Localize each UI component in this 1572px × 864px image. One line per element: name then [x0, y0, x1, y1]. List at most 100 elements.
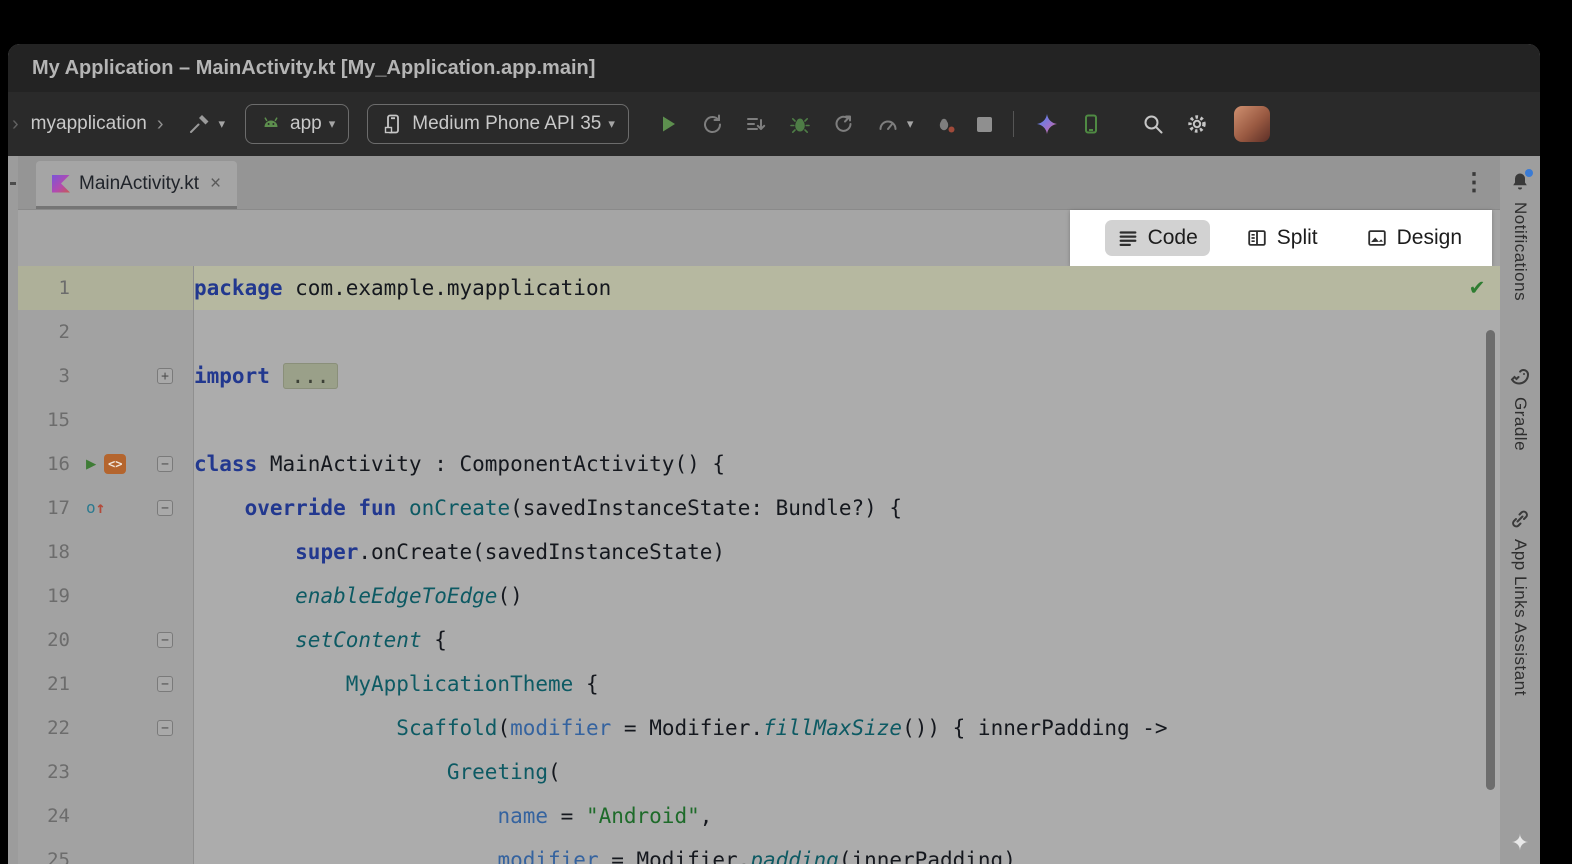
device-selector[interactable]: Medium Phone API 35 ▾: [367, 104, 629, 144]
line-number[interactable]: 19: [18, 574, 70, 618]
code-line-text[interactable]: Scaffold(modifier = Modifier.fillMaxSize…: [194, 706, 1500, 750]
code-line-text[interactable]: name = "Android",: [194, 794, 1500, 838]
code-editor[interactable]: 1 package com.example.myapplication 23 + imp…: [18, 266, 1500, 864]
user-avatar[interactable]: [1234, 106, 1270, 142]
editor-line[interactable]: 20 − setContent {: [18, 618, 1500, 662]
line-number[interactable]: 18: [18, 530, 70, 574]
code-line-text[interactable]: package com.example.myapplication: [194, 266, 1500, 310]
editor-line[interactable]: 1 package com.example.myapplication: [18, 266, 1500, 310]
line-number[interactable]: 16: [18, 442, 70, 486]
editor-line[interactable]: 18 super.onCreate(savedInstanceState): [18, 530, 1500, 574]
fold-marker-icon[interactable]: +: [154, 368, 176, 384]
tab-mainactivity[interactable]: MainActivity.kt ×: [36, 161, 237, 209]
device-caret-icon: ▾: [608, 116, 615, 132]
code-line-text[interactable]: import ...: [194, 354, 1500, 398]
tab-close-icon[interactable]: ×: [210, 173, 221, 195]
line-number[interactable]: 23: [18, 750, 70, 794]
gemini-sparkle-icon[interactable]: ✦: [1511, 830, 1529, 856]
editor-tab-bar: MainActivity.kt × ⋮: [18, 156, 1500, 210]
editor-scrollbar[interactable]: [1486, 330, 1495, 790]
settings-button[interactable]: [1180, 112, 1214, 136]
code-line-text[interactable]: [194, 310, 1500, 354]
fold-marker-icon[interactable]: −: [154, 632, 176, 648]
code-line-text[interactable]: super.onCreate(savedInstanceState): [194, 530, 1500, 574]
fold-marker-icon[interactable]: −: [154, 500, 176, 516]
editor-lines: 1 package com.example.myapplication 23 + imp…: [18, 266, 1500, 864]
fold-marker-icon[interactable]: −: [154, 720, 176, 736]
android-icon: [259, 112, 283, 136]
stop-icon: [977, 117, 992, 132]
run-config-selector[interactable]: app ▾: [245, 104, 349, 144]
project-breadcrumb[interactable]: myapplication: [31, 113, 147, 135]
line-number[interactable]: 17: [18, 486, 70, 530]
code-line-text[interactable]: setContent {: [194, 618, 1500, 662]
apply-code-changes-button[interactable]: [739, 112, 773, 136]
tool-button-notifications[interactable]: Notifications: [1508, 170, 1532, 301]
split-mode-icon: [1246, 227, 1268, 249]
editor-mode-bar: Code Split Design: [18, 210, 1500, 266]
running-devices-button[interactable]: [1074, 112, 1108, 136]
class-icon[interactable]: <>: [104, 454, 126, 474]
editor-line[interactable]: 3 + import ...: [18, 354, 1500, 398]
code-line-text[interactable]: [194, 398, 1500, 442]
app-quality-insights-button[interactable]: [928, 112, 962, 136]
search-everywhere-button[interactable]: [1136, 112, 1170, 136]
editor-line[interactable]: 2: [18, 310, 1500, 354]
editor-line[interactable]: 25 modifier = Modifier.padding(innerPadd…: [18, 838, 1500, 864]
override-icon[interactable]: o↑: [86, 486, 105, 530]
attach-debugger-button[interactable]: [827, 112, 861, 136]
editor-line[interactable]: 15: [18, 398, 1500, 442]
editor-line[interactable]: 23 Greeting(: [18, 750, 1500, 794]
code-mode-button[interactable]: Code: [1105, 220, 1210, 256]
code-line-text[interactable]: MyApplicationTheme {: [194, 662, 1500, 706]
gemini-button[interactable]: [1030, 112, 1064, 136]
gutter-run-icon[interactable]: ▶: [86, 442, 96, 486]
editor-line[interactable]: 22 − Scaffold(modifier = Modifier.fillMax…: [18, 706, 1500, 750]
line-number[interactable]: 24: [18, 794, 70, 838]
code-line-text[interactable]: enableEdgeToEdge(): [194, 574, 1500, 618]
run-config-label: app: [290, 113, 322, 135]
inspections-ok-icon[interactable]: ✔: [1470, 274, 1484, 300]
run-config-caret-icon: ▾: [329, 116, 336, 132]
design-mode-button[interactable]: Design: [1354, 220, 1474, 256]
stop-button[interactable]: [972, 117, 997, 132]
fold-marker-icon[interactable]: −: [154, 456, 176, 472]
line-number[interactable]: 3: [18, 354, 70, 398]
build-hammer-icon: [188, 112, 212, 136]
editor-line[interactable]: 17 o↑ − override fun onCreate(savedInstanc…: [18, 486, 1500, 530]
device-label: Medium Phone API 35: [412, 113, 601, 135]
left-panel-chevron-icon[interactable]: ›: [12, 113, 19, 136]
editor-line[interactable]: 19 enableEdgeToEdge(): [18, 574, 1500, 618]
window-title-bar[interactable]: My Application – MainActivity.kt [My_App…: [8, 44, 1540, 92]
editor-options-icon[interactable]: ⋮: [1462, 168, 1486, 197]
line-number[interactable]: 1: [18, 266, 70, 310]
line-number[interactable]: 22: [18, 706, 70, 750]
debug-button[interactable]: [783, 112, 817, 136]
breadcrumb-chevron-icon: ›: [157, 113, 164, 136]
code-line-text[interactable]: override fun onCreate(savedInstanceState…: [194, 486, 1500, 530]
profiler-button[interactable]: ▾: [871, 112, 919, 136]
restart-activity-button[interactable]: [695, 112, 729, 136]
gradle-icon: [1508, 365, 1532, 389]
tool-label-notifications: Notifications: [1510, 202, 1530, 301]
editor-line[interactable]: 24 name = "Android",: [18, 794, 1500, 838]
line-number[interactable]: 15: [18, 398, 70, 442]
attach-debugger-icon: [832, 112, 856, 136]
code-line-text[interactable]: class MainActivity : ComponentActivity()…: [194, 442, 1500, 486]
split-mode-button[interactable]: Split: [1234, 220, 1330, 256]
build-button[interactable]: ▾: [188, 112, 226, 136]
line-number[interactable]: 2: [18, 310, 70, 354]
design-mode-label: Design: [1397, 226, 1462, 250]
tool-button-app-links[interactable]: App Links Assistant: [1508, 507, 1532, 696]
line-number[interactable]: 21: [18, 662, 70, 706]
run-button[interactable]: [651, 112, 685, 136]
fold-marker-icon[interactable]: −: [154, 676, 176, 692]
line-number[interactable]: 25: [18, 838, 70, 864]
editor-line[interactable]: 21 − MyApplicationTheme {: [18, 662, 1500, 706]
running-devices-icon: [1079, 112, 1103, 136]
line-number[interactable]: 20: [18, 618, 70, 662]
tool-button-gradle[interactable]: Gradle: [1508, 365, 1532, 451]
code-line-text[interactable]: Greeting(: [194, 750, 1500, 794]
editor-line[interactable]: 16 ▶ <> − class MainActivity : ComponentActi…: [18, 442, 1500, 486]
code-line-text[interactable]: modifier = Modifier.padding(innerPadding…: [194, 838, 1500, 864]
